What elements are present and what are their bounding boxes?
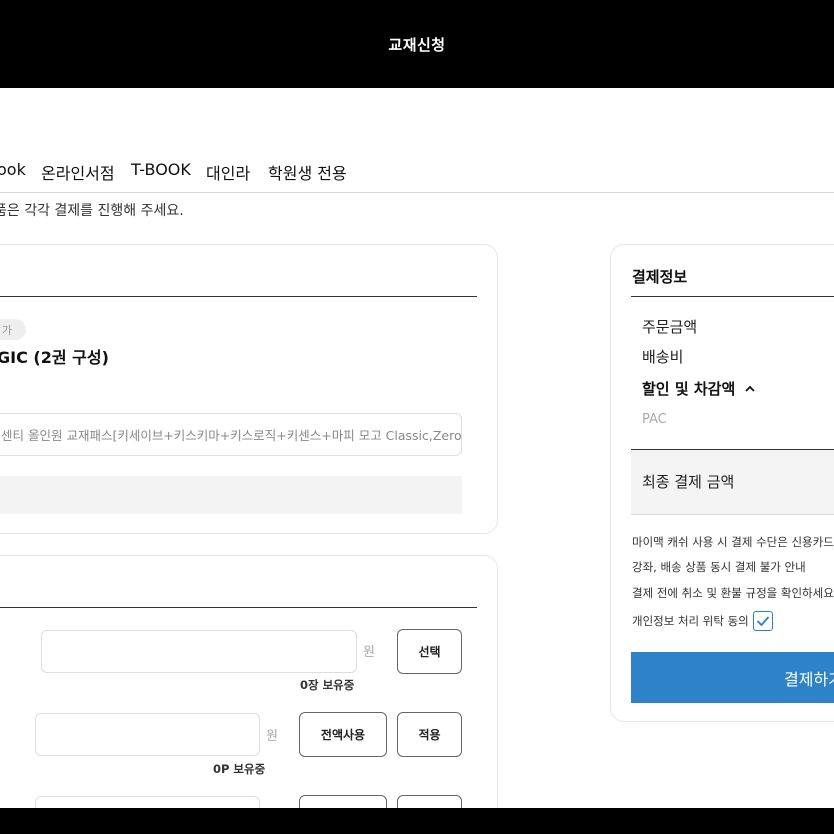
discount-label: 할인 및 차감액	[642, 380, 736, 398]
tab-dainra[interactable]: 대인라	[206, 160, 250, 184]
product-title: GIC (2권 구성)	[0, 348, 109, 367]
coupon-unit: 원	[363, 645, 375, 660]
tab-academy-only[interactable]: 학원생 전용	[268, 160, 347, 184]
payment-info-title: 결제정보	[632, 268, 688, 286]
use-all-points-button[interactable]: 전액사용	[299, 712, 387, 757]
coupon-input[interactable]	[41, 630, 357, 673]
consent-checkbox[interactable]	[753, 611, 773, 631]
top-header: 교재신청	[0, 0, 834, 88]
points-input[interactable]	[35, 713, 260, 756]
bottom-bar	[0, 808, 834, 834]
payment-note-2: 강좌, 배송 상품 동시 결제 불가 안내	[632, 560, 806, 574]
coupon-holding: 0장 보유중	[300, 678, 355, 692]
pay-button[interactable]: 결제하기	[631, 652, 834, 703]
product-card-divider	[0, 296, 477, 297]
product-description-field: 센티 올인원 교재패스[키세이브+키스키마+키스로직+키센스+마피 모고 Cla…	[0, 413, 462, 456]
apply-points-button[interactable]: 적용	[397, 712, 462, 757]
consent-label: 개인정보 처리 위탁 동의	[632, 614, 749, 628]
tab-online-bookstore[interactable]: 온라인서점	[41, 160, 115, 184]
coupon-select-button[interactable]: 선택	[397, 629, 462, 674]
final-divider	[631, 514, 834, 515]
points-unit: 원	[266, 729, 278, 744]
payment-notice: 품은 각각 결제를 진행해 주세요.	[0, 203, 184, 219]
payment-title-divider	[631, 296, 834, 297]
shipping-label: 배송비	[642, 348, 684, 366]
payment-note-3: 결제 전에 취소 및 환불 규정을 확인하세요	[632, 586, 834, 600]
check-icon	[756, 616, 770, 627]
page-title: 교재신청	[388, 35, 446, 54]
product-info-bar	[0, 476, 462, 514]
tabs-divider	[0, 192, 834, 193]
chevron-up-icon	[744, 380, 756, 398]
tab-ebook[interactable]: ook	[0, 160, 26, 179]
tab-t-book[interactable]: T-BOOK	[131, 160, 191, 179]
final-amount-label: 최종 결제 금액	[642, 473, 735, 491]
order-page: ook 온라인서점 T-BOOK 대인라 학원생 전용 품은 각각 결제를 진행…	[0, 88, 834, 808]
points-holding: 0P 보유중	[213, 762, 266, 776]
product-badge: 가	[0, 319, 26, 340]
extra-input[interactable]	[35, 796, 260, 808]
extra-button-2[interactable]	[397, 795, 462, 808]
payment-note-1: 마이맥 캐쉬 사용 시 결제 수단은 신용카드만	[632, 535, 834, 549]
order-amount-label: 주문금액	[642, 318, 698, 336]
discount-toggle[interactable]: 할인 및 차감액	[642, 378, 756, 399]
extra-button-1[interactable]	[299, 795, 387, 808]
discount-card-divider	[0, 607, 477, 608]
discount-sub-label: PAC	[642, 412, 667, 427]
